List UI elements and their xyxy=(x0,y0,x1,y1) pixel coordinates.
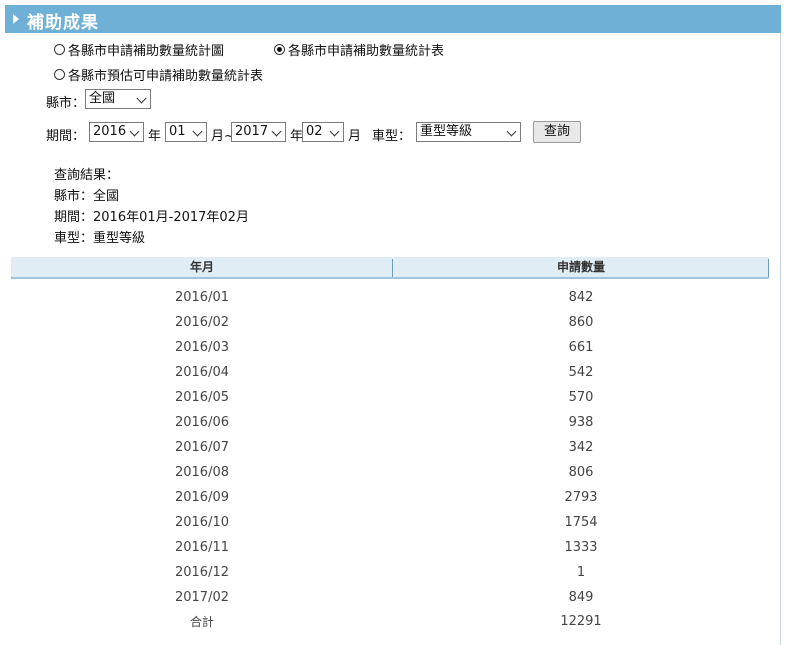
radio-estimate-label: 各縣市預估可申請補助數量統計表 xyxy=(68,69,264,84)
vehicle-label: 車型： xyxy=(372,129,412,144)
chevron-down-icon xyxy=(329,126,340,137)
table-row: 2016/02 860 xyxy=(11,310,769,335)
cell-count: 542 xyxy=(568,365,594,380)
result-heading: 查詢結果： xyxy=(54,168,120,183)
cell-year-month: 2016/06 xyxy=(174,415,229,430)
result-vehicle: 車型：重型等級 xyxy=(54,231,146,246)
end-year-select[interactable]: 2017 xyxy=(231,122,286,142)
cell-count: 849 xyxy=(568,590,594,605)
table-row: 2017/02 849 xyxy=(11,585,769,610)
table-row: 2016/07 342 xyxy=(11,435,769,460)
county-select[interactable]: 全國 xyxy=(85,89,151,109)
radio-estimate-option[interactable]: 各縣市預估可申請補助數量統計表 xyxy=(54,65,263,84)
table-header: 年月 申請數量 xyxy=(11,257,769,279)
radio-circle-selected[interactable] xyxy=(274,44,285,55)
table-row: 2016/09 2793 xyxy=(11,485,769,510)
period-label: 期間： xyxy=(46,129,86,144)
cell-year-month: 2016/03 xyxy=(174,340,229,355)
chevron-down-icon xyxy=(506,126,517,137)
year-unit-label: 年 xyxy=(148,129,162,144)
result-period: 期間：2016年01月-2017年02月 xyxy=(54,210,249,225)
cell-year-month: 2017/02 xyxy=(174,590,229,605)
cell-count: 842 xyxy=(568,290,594,305)
cell-count: 342 xyxy=(568,440,594,455)
vehicle-type-select[interactable]: 重型等級 xyxy=(416,122,521,142)
cell-year-month: 2016/12 xyxy=(174,565,229,580)
county-label: 縣市： xyxy=(46,96,86,111)
table-row: 2016/12 1 xyxy=(11,560,769,585)
radio-table-option[interactable]: 各縣市申請補助數量統計表 xyxy=(274,40,444,59)
total-label: 合計 xyxy=(189,615,214,629)
start-month-value: 01 xyxy=(169,124,186,139)
cell-year-month: 2016/01 xyxy=(174,290,229,305)
vehicle-type-value: 重型等級 xyxy=(420,124,473,139)
cell-count: 860 xyxy=(568,315,594,330)
end-month-value: 02 xyxy=(306,124,323,139)
start-month-select[interactable]: 01 xyxy=(165,122,207,142)
chevron-down-icon xyxy=(136,93,147,104)
end-month-select[interactable]: 02 xyxy=(302,122,344,142)
section-header: 補助成果 xyxy=(5,5,781,33)
table-row: 2016/10 1754 xyxy=(11,510,769,535)
start-year-value: 2016 xyxy=(93,124,127,139)
chevron-down-icon xyxy=(271,126,282,137)
table-row: 2016/08 806 xyxy=(11,460,769,485)
start-year-select[interactable]: 2016 xyxy=(89,122,144,142)
cell-count: 1333 xyxy=(564,540,598,555)
table-row: 2016/11 1333 xyxy=(11,535,769,560)
radio-table-label: 各縣市申請補助數量統計表 xyxy=(288,44,445,59)
table-row: 2016/05 570 xyxy=(11,385,769,410)
cell-year-month: 2016/09 xyxy=(174,490,229,505)
radio-circle[interactable] xyxy=(54,44,65,55)
cell-year-month: 2016/11 xyxy=(174,540,229,555)
radio-circle[interactable] xyxy=(54,69,65,80)
chevron-down-icon xyxy=(192,126,203,137)
radio-chart-option[interactable]: 各縣市申請補助數量統計圖 xyxy=(54,40,224,59)
table-row: 2016/04 542 xyxy=(11,360,769,385)
total-count: 12291 xyxy=(560,614,602,629)
cell-count: 806 xyxy=(568,465,594,480)
result-county: 縣市：全國 xyxy=(54,189,120,204)
table-row: 2016/01 842 xyxy=(11,285,769,310)
column-header-count: 申請數量 xyxy=(556,260,605,274)
cell-year-month: 2016/08 xyxy=(174,465,229,480)
cell-year-month: 2016/04 xyxy=(174,365,229,380)
cell-year-month: 2016/05 xyxy=(174,390,229,405)
county-select-value: 全國 xyxy=(89,91,116,106)
cell-year-month: 2016/10 xyxy=(174,515,229,530)
column-header-year-month: 年月 xyxy=(189,260,214,274)
cell-year-month: 2016/02 xyxy=(174,315,229,330)
chevron-down-icon xyxy=(129,126,140,137)
cell-year-month: 2016/07 xyxy=(174,440,229,455)
column-divider xyxy=(768,259,769,277)
radio-chart-label: 各縣市申請補助數量統計圖 xyxy=(68,44,225,59)
table-row: 2016/03 661 xyxy=(11,335,769,360)
query-button[interactable]: 查詢 xyxy=(533,121,581,143)
end-year-value: 2017 xyxy=(235,124,269,139)
section-title: 補助成果 xyxy=(27,13,99,33)
cell-count: 2793 xyxy=(564,490,598,505)
table-row: 2016/06 938 xyxy=(11,410,769,435)
cell-count: 938 xyxy=(568,415,594,430)
cell-count: 1 xyxy=(576,565,586,580)
table-total-row: 合計 12291 xyxy=(11,610,769,634)
triangle-right-icon xyxy=(13,14,19,24)
cell-count: 1754 xyxy=(564,515,598,530)
cell-count: 570 xyxy=(568,390,594,405)
cell-count: 661 xyxy=(568,340,594,355)
month-unit-label: 月 xyxy=(348,129,362,144)
